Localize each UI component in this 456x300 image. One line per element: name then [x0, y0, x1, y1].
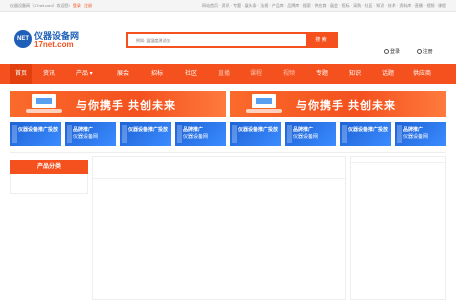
promo-banner-right[interactable]: 与你携手 共创未来 [230, 91, 446, 117]
ad-title: 品牌推广 [183, 127, 204, 133]
ad-title: 品牌推广 [73, 127, 94, 133]
top-site-links[interactable]: 网站首页 · 资讯 · 专题 · 展头条 · 法规 · 产品库 · 品牌库 · … [202, 0, 446, 12]
nav-item-tender[interactable]: 招标 [151, 64, 163, 84]
product-category-header[interactable]: 产品分类 [10, 160, 88, 174]
ad-sub: 仪器设备网 [403, 134, 429, 140]
nav-item-expo[interactable]: 展会 [117, 64, 129, 84]
search-input[interactable] [128, 34, 308, 46]
ad-title: 仪器设备推广投放 [348, 127, 389, 133]
main-panel-header [93, 157, 345, 179]
product-category-panel [10, 174, 88, 194]
ad-sub: 仪器设备网 [73, 134, 99, 140]
ad-tile[interactable]: 品牌推广 仪器设备网 [395, 122, 446, 146]
ad-sub: 仪器设备网 [293, 134, 319, 140]
site-logo[interactable]: NET 仪器设备网 17net.com [14, 28, 79, 56]
nav-item-course[interactable]: 课程 [250, 64, 262, 84]
ad-tile[interactable]: 仪器设备推广投放 [10, 122, 61, 146]
welcome-message: 仪器设备网（17net.com）欢迎您! [10, 3, 70, 8]
ad-tile[interactable]: 品牌推广 仪器设备网 [285, 122, 336, 146]
nav-item-news[interactable]: 资讯 [43, 64, 55, 84]
nav-item-knowledge[interactable]: 知识 [349, 64, 361, 84]
nav-item-discuss[interactable]: 话题 [382, 64, 394, 84]
ad-title: 仪器设备推广投放 [18, 127, 59, 133]
nav-item-live[interactable]: 直播 [218, 64, 230, 84]
ad-tile[interactable]: 品牌推广 仪器设备网 [65, 122, 116, 146]
welcome-text: 仪器设备网（17net.com）欢迎您! 登录 注册 [10, 0, 92, 12]
search-box: 搜 索 [126, 32, 338, 48]
ad-title: 仪器设备推广投放 [238, 127, 279, 133]
nav-item-products[interactable]: 产品 ▾ [76, 64, 93, 84]
search-button[interactable]: 搜 索 [306, 34, 336, 46]
register-link[interactable]: 注册 [423, 49, 433, 55]
main-nav: 首页 资讯 产品 ▾ 展会 招标 社区 直播 课程 视频 专题 知识 话题 供应… [0, 64, 456, 84]
ad-tile[interactable]: 仪器设备推广投放 [230, 122, 281, 146]
nav-item-video[interactable]: 视频 [283, 64, 295, 84]
banner-slogan: 与你携手 共创未来 [76, 100, 177, 112]
nav-item-topics[interactable]: 专题 [316, 64, 328, 84]
nav-item-community[interactable]: 社区 [185, 64, 197, 84]
user-icon [384, 49, 389, 55]
promo-banner-left[interactable]: 与你携手 共创未来 [10, 91, 226, 117]
banner-slogan: 与你携手 共创未来 [296, 100, 397, 112]
ad-tile[interactable]: 品牌推广 仪器设备网 [175, 122, 226, 146]
top-login-link[interactable]: 登录 [73, 3, 81, 8]
ad-tile[interactable]: 仪器设备推广投放 [340, 122, 391, 146]
nav-item-suppliers[interactable]: 供应商 [413, 64, 431, 84]
top-utility-bar: 仪器设备网（17net.com）欢迎您! 登录 注册 网站首页 · 资讯 · 专… [0, 0, 456, 12]
right-panel-header [351, 157, 445, 163]
ad-title: 品牌推广 [293, 127, 314, 133]
ad-title: 仪器设备推广投放 [128, 127, 169, 133]
nav-item-home[interactable]: 首页 [10, 64, 32, 84]
laptop-illustration-icon [24, 94, 64, 114]
right-sidebar-panel [350, 156, 446, 300]
laptop-illustration-icon [244, 94, 284, 114]
top-register-link[interactable]: 注册 [84, 3, 92, 8]
ad-sub: 仪器设备网 [183, 134, 209, 140]
ad-tile[interactable]: 仪器设备推广投放 [120, 122, 171, 146]
register-icon [416, 49, 422, 55]
user-links: 登录 注册 [384, 48, 433, 55]
main-content-panel [92, 156, 346, 300]
site-header: NET 仪器设备网 17net.com 搜 索 登录 注册 [0, 12, 456, 64]
logo-badge-icon: NET [14, 30, 32, 48]
section-divider [10, 152, 446, 153]
logo-en-text: 17net.com [34, 40, 74, 49]
ad-title: 品牌推广 [403, 127, 424, 133]
login-link[interactable]: 登录 [390, 49, 400, 55]
